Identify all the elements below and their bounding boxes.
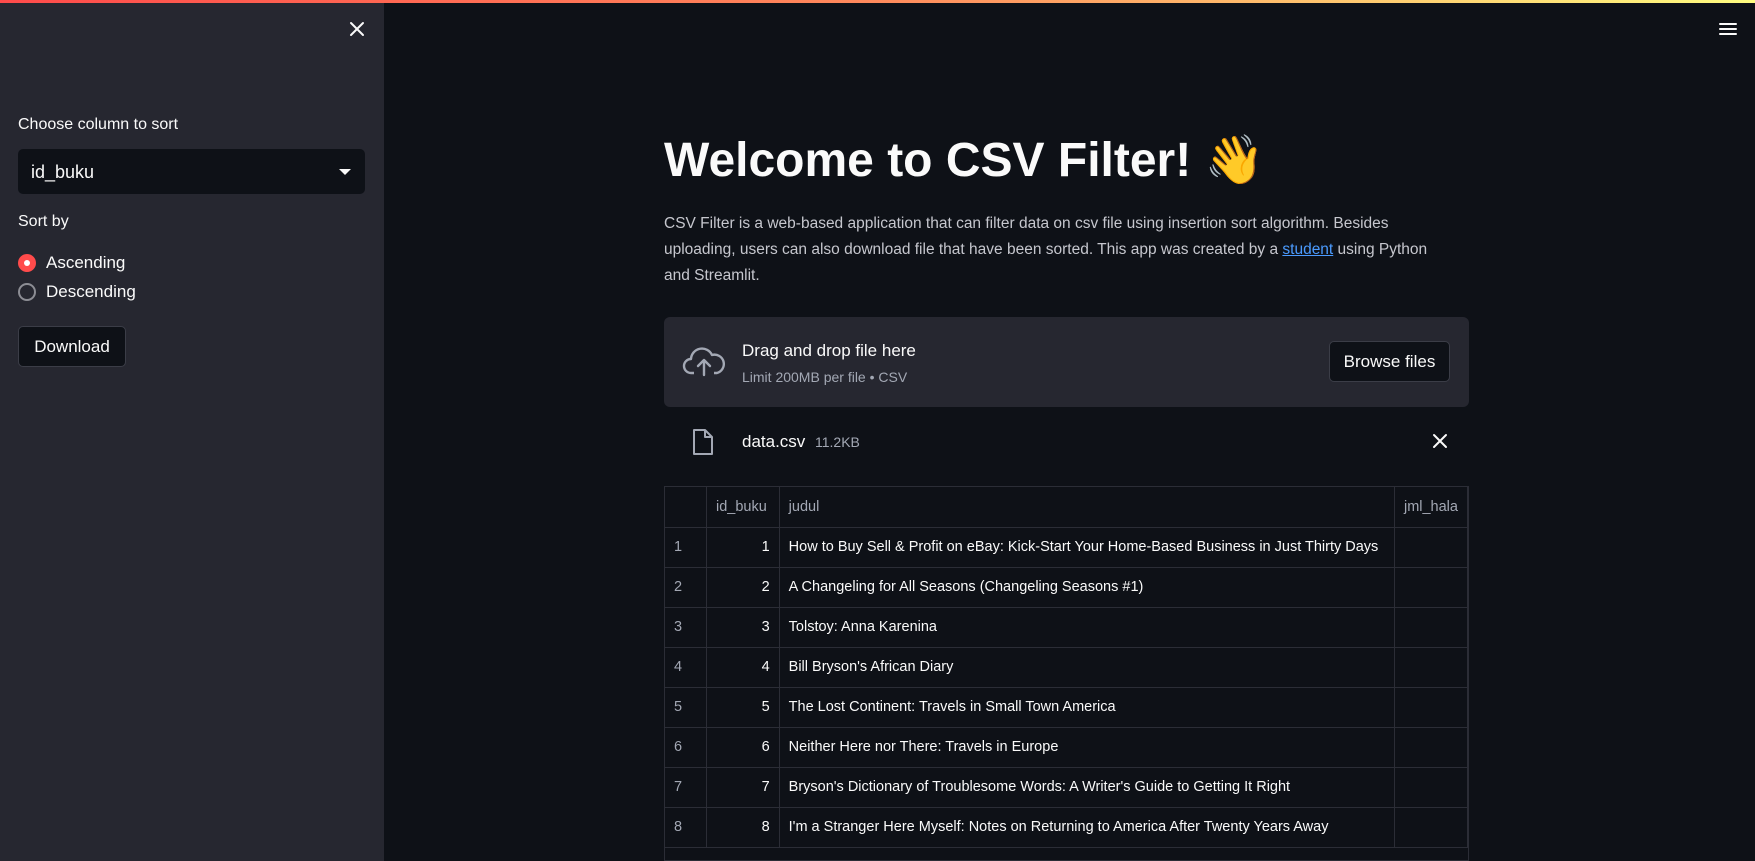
row-index-cell[interactable]: 8 xyxy=(665,807,707,848)
id-buku-cell[interactable]: 5 xyxy=(706,687,780,728)
dropzone-title: Drag and drop file here xyxy=(742,341,916,360)
table-row[interactable]: 4 4 Bill Bryson's African Diary xyxy=(665,647,1468,688)
row-index-cell[interactable]: 2 xyxy=(665,567,707,608)
judul-cell[interactable]: Tolstoy: Anna Karenina xyxy=(779,607,1395,648)
sort-column-label: Choose column to sort xyxy=(18,116,179,133)
download-button[interactable]: Download xyxy=(18,326,126,367)
file-dropzone[interactable]: Drag and drop file here Limit 200MB per … xyxy=(664,317,1469,407)
id-buku-cell[interactable]: 3 xyxy=(706,607,780,648)
table-row[interactable]: 22A Changeling for All Seasons (Changeli… xyxy=(665,567,1468,608)
table-row[interactable]: 7 7 Bryson's Dictionary of Troublesome Wor… xyxy=(665,767,1468,808)
remove-file-icon[interactable] xyxy=(1430,431,1450,451)
table-row[interactable]: 8 8 I'm a Stranger Here Myself: Notes on R… xyxy=(665,807,1468,848)
row-index-cell[interactable]: 5 xyxy=(665,687,707,728)
file-name: data.csv xyxy=(742,432,806,451)
row-index-cell[interactable]: 6 xyxy=(665,727,707,768)
jml-hala-cell[interactable] xyxy=(1394,567,1468,608)
judul-cell[interactable]: The Lost Continent: Travels in Small Tow… xyxy=(779,687,1395,728)
radio-unselected-icon xyxy=(18,283,36,301)
column-header[interactable]: id_buku xyxy=(706,487,780,528)
judul-cell[interactable]: I'm a Stranger Here Myself: Notes on Ret… xyxy=(779,807,1395,848)
table-row[interactable]: 1 1 How to Buy Sell & Profit on eBay: Kick… xyxy=(665,527,1468,568)
id-buku-cell[interactable]: 8 xyxy=(706,807,780,848)
id-buku-cell[interactable]: 2 xyxy=(706,567,780,608)
judul-cell[interactable]: How to Buy Sell & Profit on eBay: Kick-S… xyxy=(779,527,1395,568)
table-row[interactable]: 6 6 Neither Here nor There: Travels in Eur… xyxy=(665,727,1468,768)
intro-text-start: CSV Filter is a web-based application th… xyxy=(664,215,1389,258)
chevron-down-icon xyxy=(339,169,351,175)
file-icon xyxy=(693,429,713,455)
close-sidebar-icon[interactable] xyxy=(346,18,368,40)
id-buku-cell[interactable]: 6 xyxy=(706,727,780,768)
judul-cell[interactable]: Bill Bryson's African Diary xyxy=(779,647,1395,688)
page-title: Welcome to CSV Filter! 👋 xyxy=(664,134,1265,187)
row-index-cell[interactable]: 3 xyxy=(665,607,707,648)
jml-hala-cell[interactable] xyxy=(1394,687,1468,728)
radio-selected-icon xyxy=(18,254,36,272)
sidebar: Choose column to sort id_buku Sort by As… xyxy=(0,0,384,861)
judul-cell[interactable]: Neither Here nor There: Travels in Europ… xyxy=(779,727,1395,768)
sort-column-select[interactable]: id_buku xyxy=(18,149,365,194)
hamburger-menu-icon[interactable] xyxy=(1718,20,1738,38)
judul-cell[interactable]: Bryson's Dictionary of Troublesome Words… xyxy=(779,767,1395,808)
jml-hala-cell[interactable] xyxy=(1394,647,1468,688)
sort-by-label: Sort by xyxy=(18,213,69,230)
radio-ascending[interactable]: Ascending xyxy=(18,252,125,274)
jml-hala-cell[interactable] xyxy=(1394,607,1468,648)
table-header-row: id_buku judul jml_hala xyxy=(665,487,1468,528)
sort-column-value: id_buku xyxy=(31,162,95,182)
dropzone-limit-text: Limit 200MB per file • CSV xyxy=(742,369,908,385)
column-header[interactable]: judul xyxy=(779,487,1395,528)
jml-hala-cell[interactable] xyxy=(1394,767,1468,808)
data-table[interactable]: id_buku judul jml_hala 1 1 How to Buy Sell… xyxy=(664,486,1469,861)
browse-files-button[interactable]: Browse files xyxy=(1329,341,1450,382)
column-header[interactable]: jml_hala xyxy=(1394,487,1468,528)
uploaded-file-row: data.csv 11.2KB xyxy=(664,420,1469,464)
student-link[interactable]: student xyxy=(1282,241,1333,258)
jml-hala-cell[interactable] xyxy=(1394,727,1468,768)
index-header xyxy=(665,487,707,528)
jml-hala-cell[interactable] xyxy=(1394,807,1468,848)
top-decoration-bar xyxy=(0,0,1755,3)
radio-descending-label: Descending xyxy=(46,282,136,301)
radio-ascending-label: Ascending xyxy=(46,253,126,272)
row-index-cell[interactable]: 7 xyxy=(665,767,707,808)
judul-cell[interactable]: A Changeling for All Seasons (Changeling… xyxy=(779,567,1395,608)
table-row[interactable]: 5 5 The Lost Continent: Travels in Small T… xyxy=(665,687,1468,728)
intro-text: CSV Filter is a web-based application th… xyxy=(664,211,1444,289)
jml-hala-cell[interactable] xyxy=(1394,527,1468,568)
table-row[interactable]: 3 3 Tolstoy: Anna Karenina xyxy=(665,607,1468,648)
radio-descending[interactable]: Descending xyxy=(18,281,136,303)
id-buku-cell[interactable]: 4 xyxy=(706,647,780,688)
id-buku-cell[interactable]: 1 xyxy=(706,527,780,568)
id-buku-cell[interactable]: 7 xyxy=(706,767,780,808)
file-size: 11.2KB xyxy=(815,434,860,450)
row-index-cell[interactable]: 1 xyxy=(665,527,707,568)
row-index-cell[interactable]: 4 xyxy=(665,647,707,688)
cloud-upload-icon xyxy=(682,347,726,377)
